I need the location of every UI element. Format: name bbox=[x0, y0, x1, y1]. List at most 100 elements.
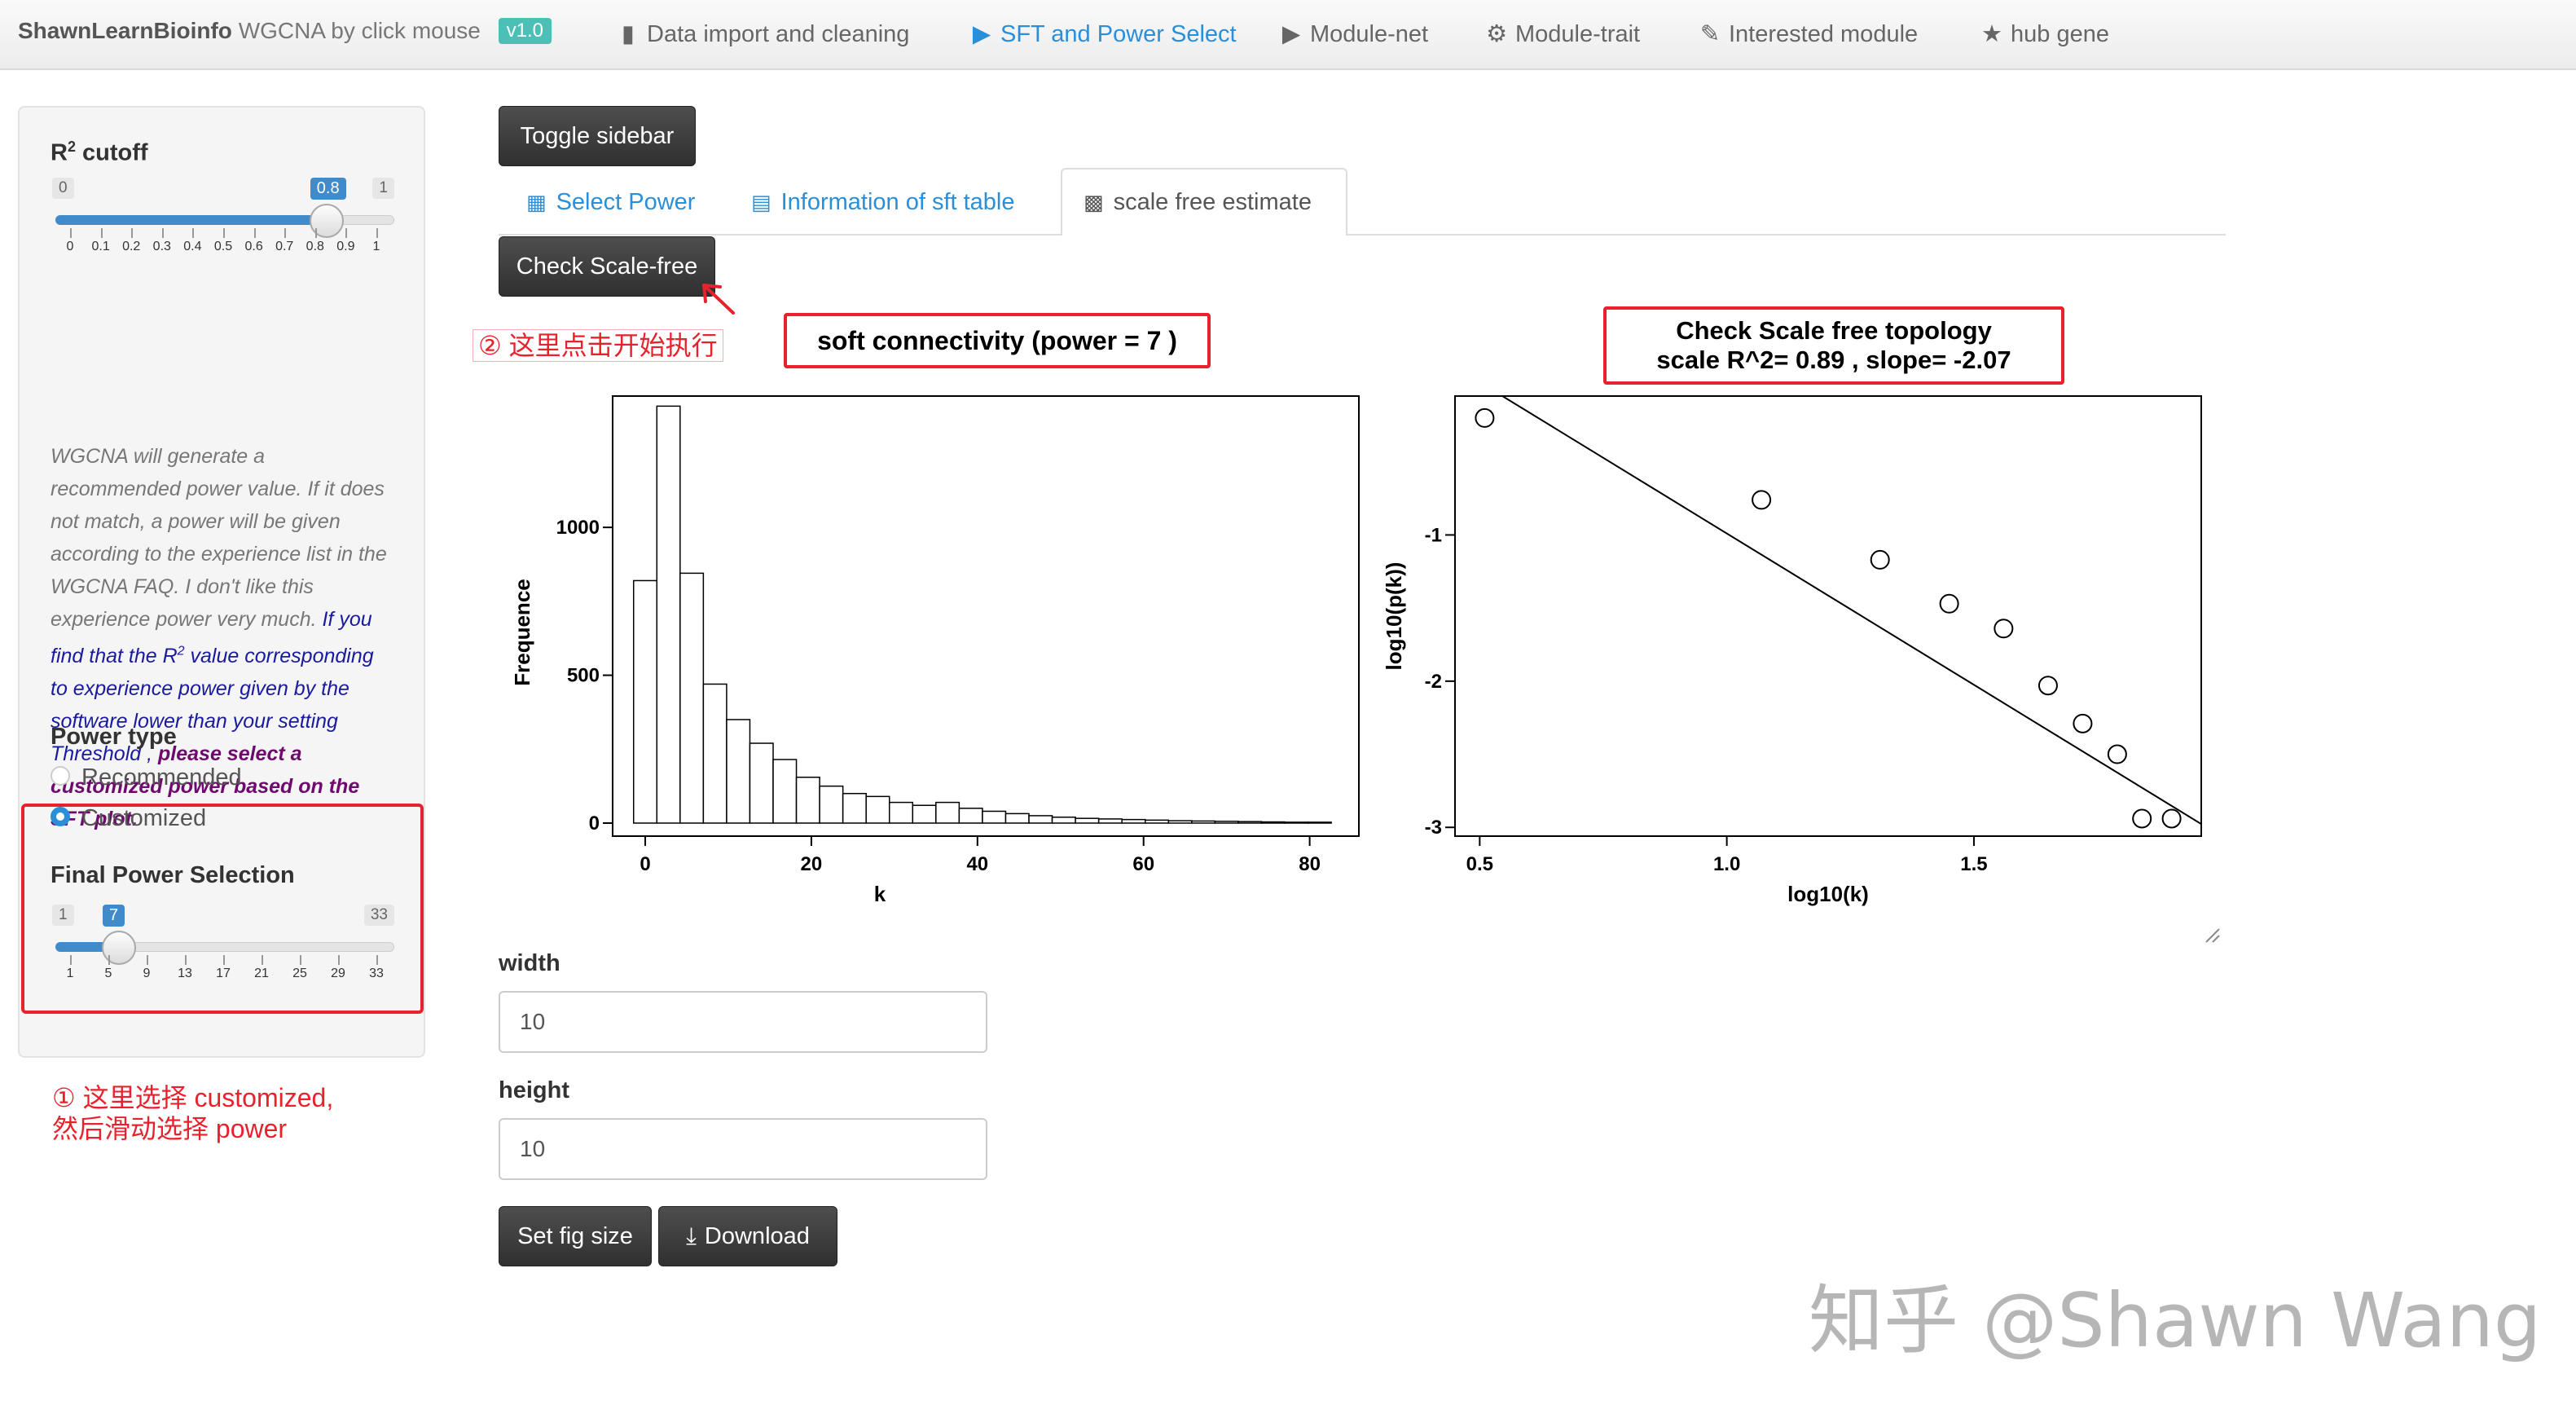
toggle-sidebar-button[interactable]: Toggle sidebar bbox=[499, 106, 696, 166]
slider-tick bbox=[131, 228, 134, 238]
tab-scale-free-estimate[interactable]: ▩ scale free estimate bbox=[1061, 168, 1347, 236]
slider-fill bbox=[55, 215, 327, 225]
height-label: height bbox=[499, 1077, 569, 1103]
scatter-point bbox=[1475, 407, 1495, 428]
scatter-point bbox=[2132, 808, 2152, 829]
x-tick-label: 1.0 bbox=[1713, 853, 1740, 875]
histogram-bar bbox=[1167, 820, 1193, 824]
table-icon: ▤ bbox=[751, 189, 771, 214]
x-tick-label: 60 bbox=[1132, 853, 1154, 875]
y-tick-label: 1000 bbox=[556, 517, 600, 539]
x-tick-label: 1.5 bbox=[1960, 853, 1987, 875]
nav-label: Module-trait bbox=[1515, 21, 1641, 47]
histogram-bar bbox=[1191, 820, 1216, 824]
slider-value: 0.8 bbox=[310, 178, 346, 200]
slider-tick bbox=[192, 228, 195, 238]
slider-tick-label: 0.2 bbox=[122, 240, 141, 253]
scatter-point bbox=[2073, 713, 2093, 733]
nav-label: Data import and cleaning bbox=[647, 21, 910, 47]
histogram-bar bbox=[632, 579, 658, 824]
slider-tick-label: 0 bbox=[66, 240, 74, 253]
slider-tick-label: 0.7 bbox=[275, 240, 294, 253]
histogram-bar bbox=[842, 792, 867, 824]
histogram-bar bbox=[726, 719, 751, 824]
scatter-point bbox=[1752, 490, 1772, 510]
slider-tick-label: 0.8 bbox=[306, 240, 324, 253]
nav-interested-module[interactable]: ✎ Interested module bbox=[1698, 20, 1918, 48]
histogram-bar bbox=[1097, 818, 1123, 824]
nav-label: Interested module bbox=[1729, 21, 1919, 47]
nav-data-import[interactable]: ▮ Data import and cleaning bbox=[616, 20, 909, 48]
scatter-point bbox=[1939, 593, 1959, 614]
histogram-bar bbox=[1237, 821, 1263, 824]
slider-ticks: 0 0.1 0.2 0.3 0.4 0.5 0.6 0.7 0.8 0.9 1 bbox=[52, 228, 394, 258]
bar-chart-icon: ▩ bbox=[1084, 189, 1104, 214]
histogram-bar bbox=[958, 808, 983, 824]
slider-tick-label: 0.4 bbox=[183, 240, 202, 253]
histogram-bar bbox=[888, 801, 914, 824]
brush-icon: ✎ bbox=[1699, 21, 1721, 47]
tab-select-power[interactable]: ▦ Select Power bbox=[505, 168, 716, 236]
slider-tick-label: 0.1 bbox=[91, 240, 110, 253]
r2-cutoff-label: R2 cutoff bbox=[51, 139, 148, 166]
nav-module-trait[interactable]: ⚙ Module-trait bbox=[1484, 20, 1640, 48]
histogram-title: soft connectivity (power = 7 ) bbox=[817, 325, 1177, 355]
annotation-step2: ② 这里点击开始执行 bbox=[473, 329, 723, 362]
width-input[interactable]: 10 bbox=[499, 991, 987, 1053]
app-brand[interactable]: ShawnLearnBioinfo WGCNA by click mouse v… bbox=[18, 18, 552, 46]
annotation-highlight-customized bbox=[21, 804, 424, 1014]
scatter-title: Check Scale free topology bbox=[1676, 316, 1992, 345]
nav-sft-power-select[interactable]: ▶ SFT and Power Select bbox=[969, 20, 1237, 48]
slider-tick bbox=[161, 228, 164, 238]
y-tick-label: -1 bbox=[1425, 524, 1442, 546]
top-navbar: ShawnLearnBioinfo WGCNA by click mouse v… bbox=[0, 0, 2576, 70]
slider-tick bbox=[376, 228, 378, 238]
nav-label: SFT and Power Select bbox=[1000, 21, 1237, 47]
radio-recommended[interactable]: Recommended bbox=[51, 764, 242, 791]
r2-cutoff-slider[interactable]: 0 1 0.8 0 0.1 0.2 0.3 0.4 0.5 0.6 0.7 0.8 0.9 1 bbox=[52, 178, 394, 259]
slider-tick bbox=[314, 228, 317, 238]
slider-tick bbox=[253, 228, 256, 238]
resize-handle-icon[interactable] bbox=[2203, 926, 2221, 944]
histogram-bar bbox=[1004, 812, 1030, 824]
histogram-bar bbox=[865, 795, 890, 824]
slider-tick-label: 0.5 bbox=[213, 240, 233, 253]
x-axis-label: log10(k) bbox=[1787, 882, 1869, 906]
histogram-bar bbox=[1214, 821, 1239, 824]
histogram-bar bbox=[912, 804, 937, 824]
y-tick-label: 500 bbox=[567, 665, 600, 687]
histogram-bar bbox=[679, 572, 705, 824]
histogram-bar bbox=[795, 777, 820, 824]
nav-module-net[interactable]: ▶ Module-net bbox=[1279, 20, 1428, 48]
scatter-point bbox=[1870, 549, 1890, 570]
slider-max: 1 bbox=[372, 178, 394, 199]
histogram-bar bbox=[1284, 821, 1309, 824]
slider-tick bbox=[100, 228, 103, 238]
nav-hub-gene[interactable]: ★ hub gene bbox=[1980, 20, 2109, 48]
watermark: 知乎 @Shawn Wang bbox=[1809, 1277, 2542, 1364]
scatter-point bbox=[2038, 676, 2058, 696]
play-circle-icon: ▶ bbox=[972, 21, 991, 47]
slider-tick bbox=[223, 228, 225, 238]
histogram-bar bbox=[819, 785, 844, 824]
check-scale-free-button[interactable]: Check Scale-free bbox=[499, 236, 715, 297]
x-tick-label: 80 bbox=[1299, 853, 1321, 875]
histogram-bar bbox=[1028, 815, 1053, 824]
height-input[interactable]: 10 bbox=[499, 1118, 987, 1180]
fit-line bbox=[1501, 396, 2201, 825]
histogram-bar bbox=[702, 683, 728, 824]
download-button[interactable]: ⤓ Download bbox=[658, 1206, 837, 1266]
radio-button[interactable] bbox=[51, 766, 70, 786]
connectivity-histogram: 0 20 40 60 80 0 500 1000 k Frequence bbox=[510, 395, 1360, 906]
scatter-subtitle: scale R^2= 0.89 , slope= -2.07 bbox=[1656, 346, 2011, 374]
y-axis-label: Frequence bbox=[510, 579, 534, 686]
histogram-bar bbox=[1051, 816, 1076, 824]
scale-free-scatter-plot: 0.5 1.0 1.5 -3 -2 -1 log10(k) log10(p(k)) bbox=[1382, 395, 2202, 906]
histogram-bar bbox=[772, 759, 798, 824]
power-type-label: Power type bbox=[51, 724, 177, 750]
histogram-bar bbox=[1307, 821, 1332, 824]
gear-icon: ⚙ bbox=[1486, 21, 1507, 47]
set-fig-size-button[interactable]: Set fig size bbox=[499, 1206, 652, 1266]
brand-name: ShawnLearnBioinfo bbox=[18, 18, 232, 43]
tab-sft-table-info[interactable]: ▤ Information of sft table bbox=[730, 168, 1036, 236]
